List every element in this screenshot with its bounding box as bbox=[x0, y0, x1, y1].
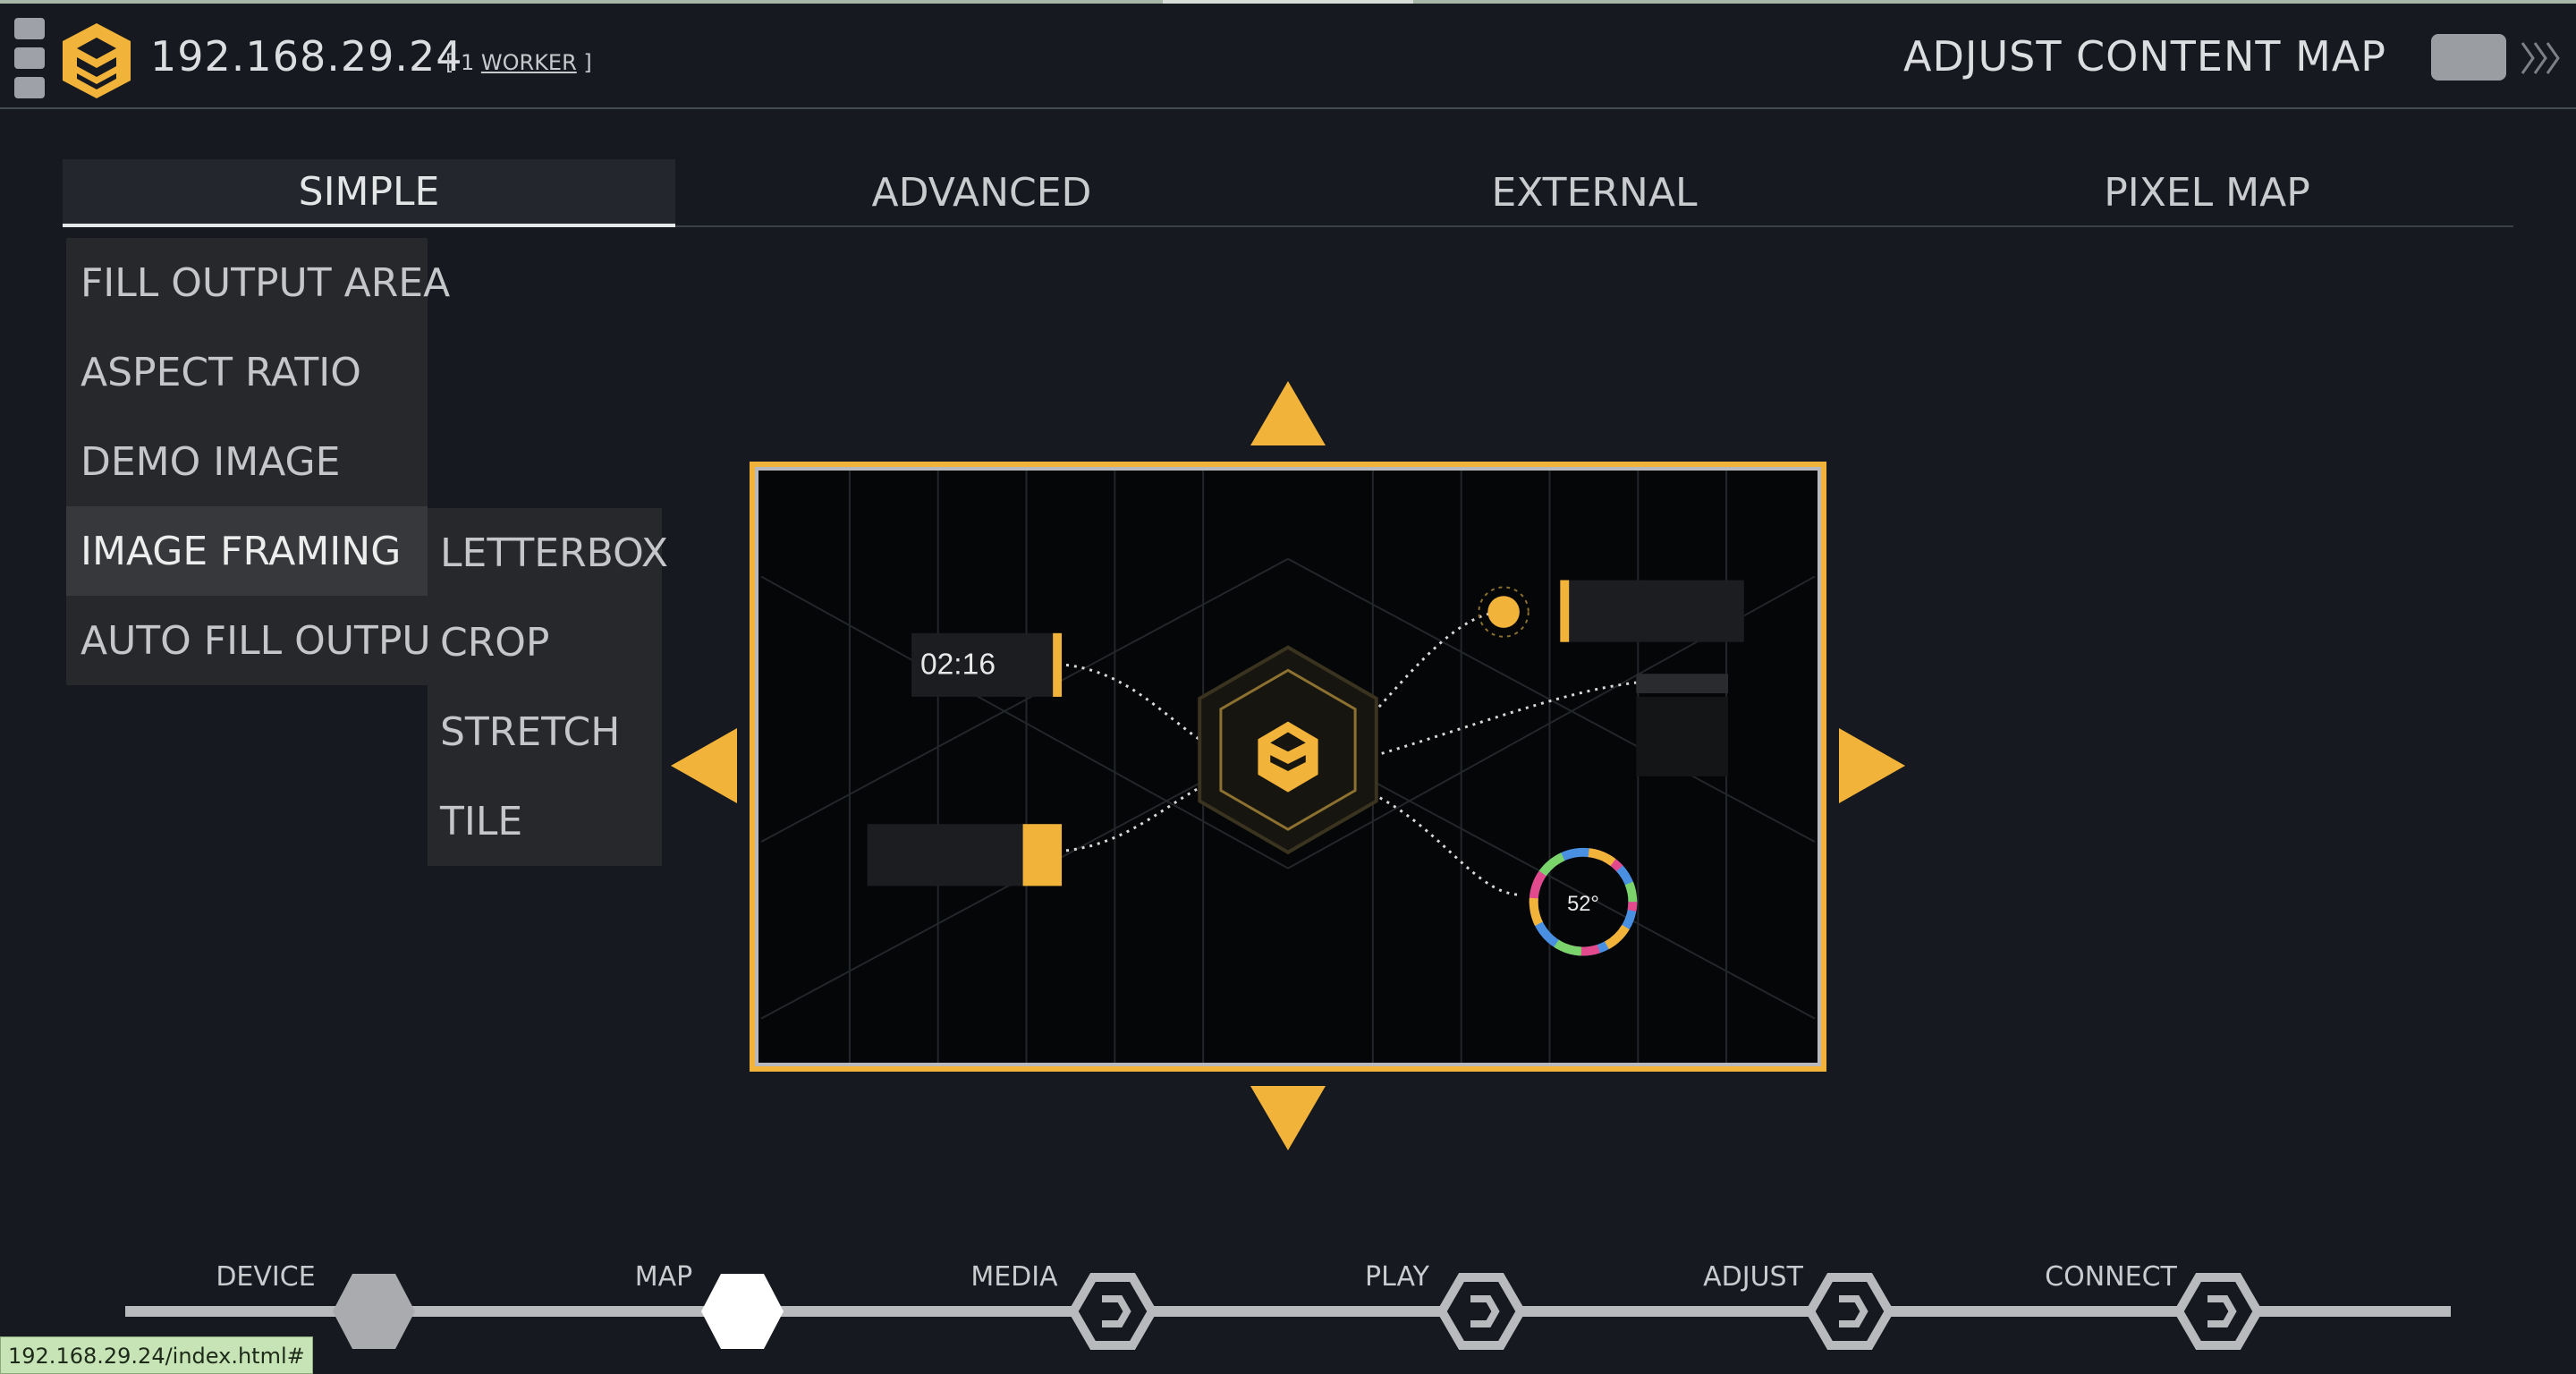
simple-options-menu: FILL OUTPUT AREA ASPECT RATIO DEMO IMAGE… bbox=[66, 238, 454, 685]
tab-pixel-map[interactable]: PIXEL MAP bbox=[1901, 159, 2513, 225]
step-label-media: MEDIA bbox=[970, 1261, 1058, 1293]
demo-image: 02:16 52° bbox=[755, 467, 1821, 1066]
content-map-preview[interactable]: 02:16 52° bbox=[750, 462, 1826, 1072]
tab-advanced[interactable]: ADVANCED bbox=[675, 159, 1288, 225]
page-title: ADJUST CONTENT MAP bbox=[1903, 32, 2386, 81]
option-auto-fill-output[interactable]: AUTO FILL OUTPUT bbox=[66, 596, 454, 685]
option-image-framing[interactable]: IMAGE FRAMING bbox=[66, 506, 428, 596]
mapping-tabs: SIMPLE ADVANCED EXTERNAL PIXEL MAP bbox=[63, 159, 2513, 227]
step-label-play: PLAY bbox=[1364, 1261, 1430, 1293]
worker-count: [ 1 WORKER ] bbox=[445, 50, 592, 75]
move-up-arrow-icon[interactable] bbox=[1249, 379, 1327, 447]
step-label-adjust: ADJUST bbox=[1703, 1261, 1803, 1293]
framing-tile[interactable]: TILE bbox=[428, 776, 662, 866]
move-left-arrow-icon[interactable] bbox=[669, 726, 739, 805]
worker-link[interactable]: WORKER bbox=[481, 50, 577, 75]
workflow-stepper: DEVICE MAP MEDIA PLAY ADJUST CONNECT bbox=[0, 1234, 2576, 1374]
tab-external[interactable]: EXTERNAL bbox=[1288, 159, 1901, 225]
framing-stretch[interactable]: STRETCH bbox=[428, 687, 662, 776]
header: 192.168.29.24 [ 1 WORKER ] ADJUST CONTEN… bbox=[0, 4, 2576, 109]
step-map-hexagon-icon[interactable] bbox=[699, 1272, 785, 1351]
device-ip: 192.168.29.24 bbox=[150, 32, 463, 81]
step-media-hexagon-icon[interactable] bbox=[1070, 1272, 1156, 1351]
chevron-right-icon[interactable] bbox=[2519, 36, 2563, 81]
mode-toggle[interactable] bbox=[2431, 34, 2506, 81]
step-adjust-hexagon-icon[interactable] bbox=[1807, 1272, 1893, 1351]
step-connect-hexagon-icon[interactable] bbox=[2175, 1272, 2261, 1351]
step-device-hexagon-icon[interactable] bbox=[331, 1272, 417, 1351]
move-down-arrow-icon[interactable] bbox=[1249, 1084, 1327, 1152]
step-label-map: MAP bbox=[634, 1261, 693, 1293]
option-aspect-ratio[interactable]: ASPECT RATIO bbox=[66, 327, 428, 417]
framing-letterbox[interactable]: LETTERBOX bbox=[428, 508, 668, 598]
step-play-hexagon-icon[interactable] bbox=[1438, 1272, 1524, 1351]
status-url: 192.168.29.24/index.html# bbox=[0, 1336, 313, 1374]
hexagon-logo-icon bbox=[63, 23, 131, 98]
step-label-device: DEVICE bbox=[216, 1261, 316, 1293]
image-framing-submenu: LETTERBOX CROP STRETCH TILE bbox=[428, 508, 668, 866]
step-label-connect: CONNECT bbox=[2045, 1261, 2177, 1293]
framing-crop[interactable]: CROP bbox=[428, 598, 662, 687]
tab-simple[interactable]: SIMPLE bbox=[63, 159, 675, 227]
preview-gauge: 52° bbox=[1567, 893, 1599, 916]
move-right-arrow-icon[interactable] bbox=[1837, 726, 1907, 805]
option-demo-image[interactable]: DEMO IMAGE bbox=[66, 417, 428, 506]
menu-icon[interactable] bbox=[14, 18, 47, 98]
option-fill-output-area[interactable]: FILL OUTPUT AREA bbox=[66, 238, 450, 327]
preview-clock: 02:16 bbox=[920, 648, 996, 681]
